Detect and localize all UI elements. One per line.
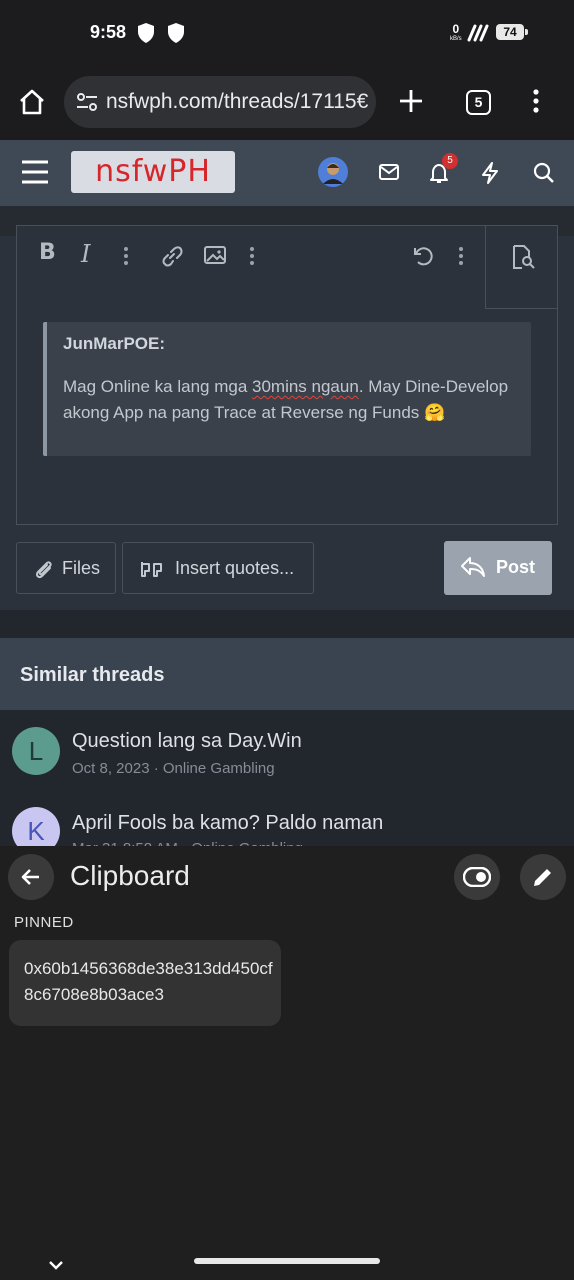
similar-threads-title: Similar threads — [20, 664, 165, 686]
insert-quotes-button[interactable]: Insert quotes... — [122, 542, 314, 594]
paperclip-icon — [35, 561, 52, 579]
site-header: nsfwPH 5 — [0, 140, 574, 206]
clipboard-item[interactable]: 0x60b1456368de38e313dd450cf8c6708e8b03ac… — [9, 940, 281, 1026]
thread-title[interactable]: April Fools ba kamo? Paldo naman — [72, 812, 383, 835]
editor-toolbar: B I — [17, 226, 558, 309]
pencil-icon — [534, 869, 551, 886]
quote-icon — [141, 562, 162, 577]
status-bar: 9:58 0 kB/s 74 — [0, 0, 574, 66]
link-icon[interactable] — [160, 244, 184, 268]
status-time: 9:58 — [90, 22, 127, 42]
url-text[interactable]: nsfwph.com/threads/17115€ — [106, 90, 368, 114]
list-item[interactable]: L Question lang sa Day.Win Oct 8, 2023 ·… — [0, 710, 574, 790]
quote-block: JunMarPOE: Mag Online ka lang mga 30mins… — [43, 322, 531, 456]
avatar[interactable]: L — [12, 727, 60, 775]
battery-icon: 74 — [496, 24, 528, 40]
home-icon[interactable] — [18, 88, 46, 116]
image-icon[interactable] — [203, 244, 227, 266]
quote-text: Mag Online ka lang mga 30mins ngaun. May… — [63, 377, 509, 422]
italic-icon[interactable]: I — [81, 240, 90, 268]
reply-icon — [461, 557, 485, 577]
gesture-handle[interactable] — [194, 1258, 380, 1264]
back-button[interactable] — [8, 854, 54, 900]
bolt-icon[interactable] — [480, 162, 500, 184]
address-bar[interactable]: nsfwph.com/threads/17115€ — [64, 76, 376, 128]
pinned-section-label: PINNED — [14, 914, 74, 931]
alerts-badge: 5 — [442, 153, 458, 169]
undo-icon[interactable] — [411, 244, 435, 268]
preview-icon — [513, 245, 535, 269]
clipboard-toggle-button[interactable] — [454, 854, 500, 900]
attach-files-button[interactable]: Files — [16, 542, 116, 594]
toggle-icon — [463, 867, 491, 887]
more-options-icon[interactable] — [123, 246, 129, 266]
reply-editor[interactable]: B I JunMarPOE: Mag Online ka lang mga 30… — [16, 225, 558, 525]
inbox-icon[interactable] — [378, 162, 400, 182]
site-settings-icon[interactable] — [76, 92, 98, 112]
network-speed: 0 kB/s — [450, 22, 462, 42]
search-icon[interactable] — [533, 162, 555, 184]
thread-meta: Oct 8, 2023 · Online Gambling — [72, 760, 275, 777]
clipboard-title: Clipboard — [70, 860, 190, 891]
files-label: Files — [62, 558, 101, 578]
similar-threads-header: Similar threads — [0, 638, 574, 710]
thread-title[interactable]: Question lang sa Day.Win — [72, 730, 302, 753]
new-tab-icon[interactable] — [398, 88, 424, 114]
arrow-left-icon — [21, 869, 39, 885]
quote-author: JunMarPOE: — [63, 334, 166, 353]
signal-icon — [467, 24, 489, 42]
bold-icon[interactable]: B — [39, 240, 56, 265]
site-logo[interactable]: nsfwPH — [71, 151, 235, 193]
post-label: Post — [496, 557, 536, 577]
menu-icon[interactable] — [20, 159, 50, 185]
shield-icon — [168, 23, 184, 43]
avatar[interactable] — [318, 157, 348, 187]
edit-button[interactable] — [520, 854, 566, 900]
clipboard-item-text[interactable]: 0x60b1456368de38e313dd450cf8c6708e8b03ac… — [24, 956, 274, 1008]
more-options-icon[interactable] — [249, 246, 255, 266]
more-options-icon[interactable] — [458, 246, 464, 266]
insert-quotes-label: Insert quotes... — [175, 558, 295, 578]
clipboard-panel: Clipboard PINNED 0x60b1456368de38e313dd4… — [0, 846, 574, 1280]
shield-icon — [138, 23, 154, 43]
preview-button[interactable] — [485, 226, 558, 309]
chevron-down-icon[interactable] — [48, 1260, 64, 1270]
browser-toolbar: nsfwph.com/threads/17115€ 5 — [0, 66, 574, 140]
post-reply-button[interactable]: Post — [444, 541, 552, 595]
more-menu-icon[interactable] — [532, 88, 540, 114]
tab-switcher-button[interactable]: 5 — [466, 90, 491, 115]
